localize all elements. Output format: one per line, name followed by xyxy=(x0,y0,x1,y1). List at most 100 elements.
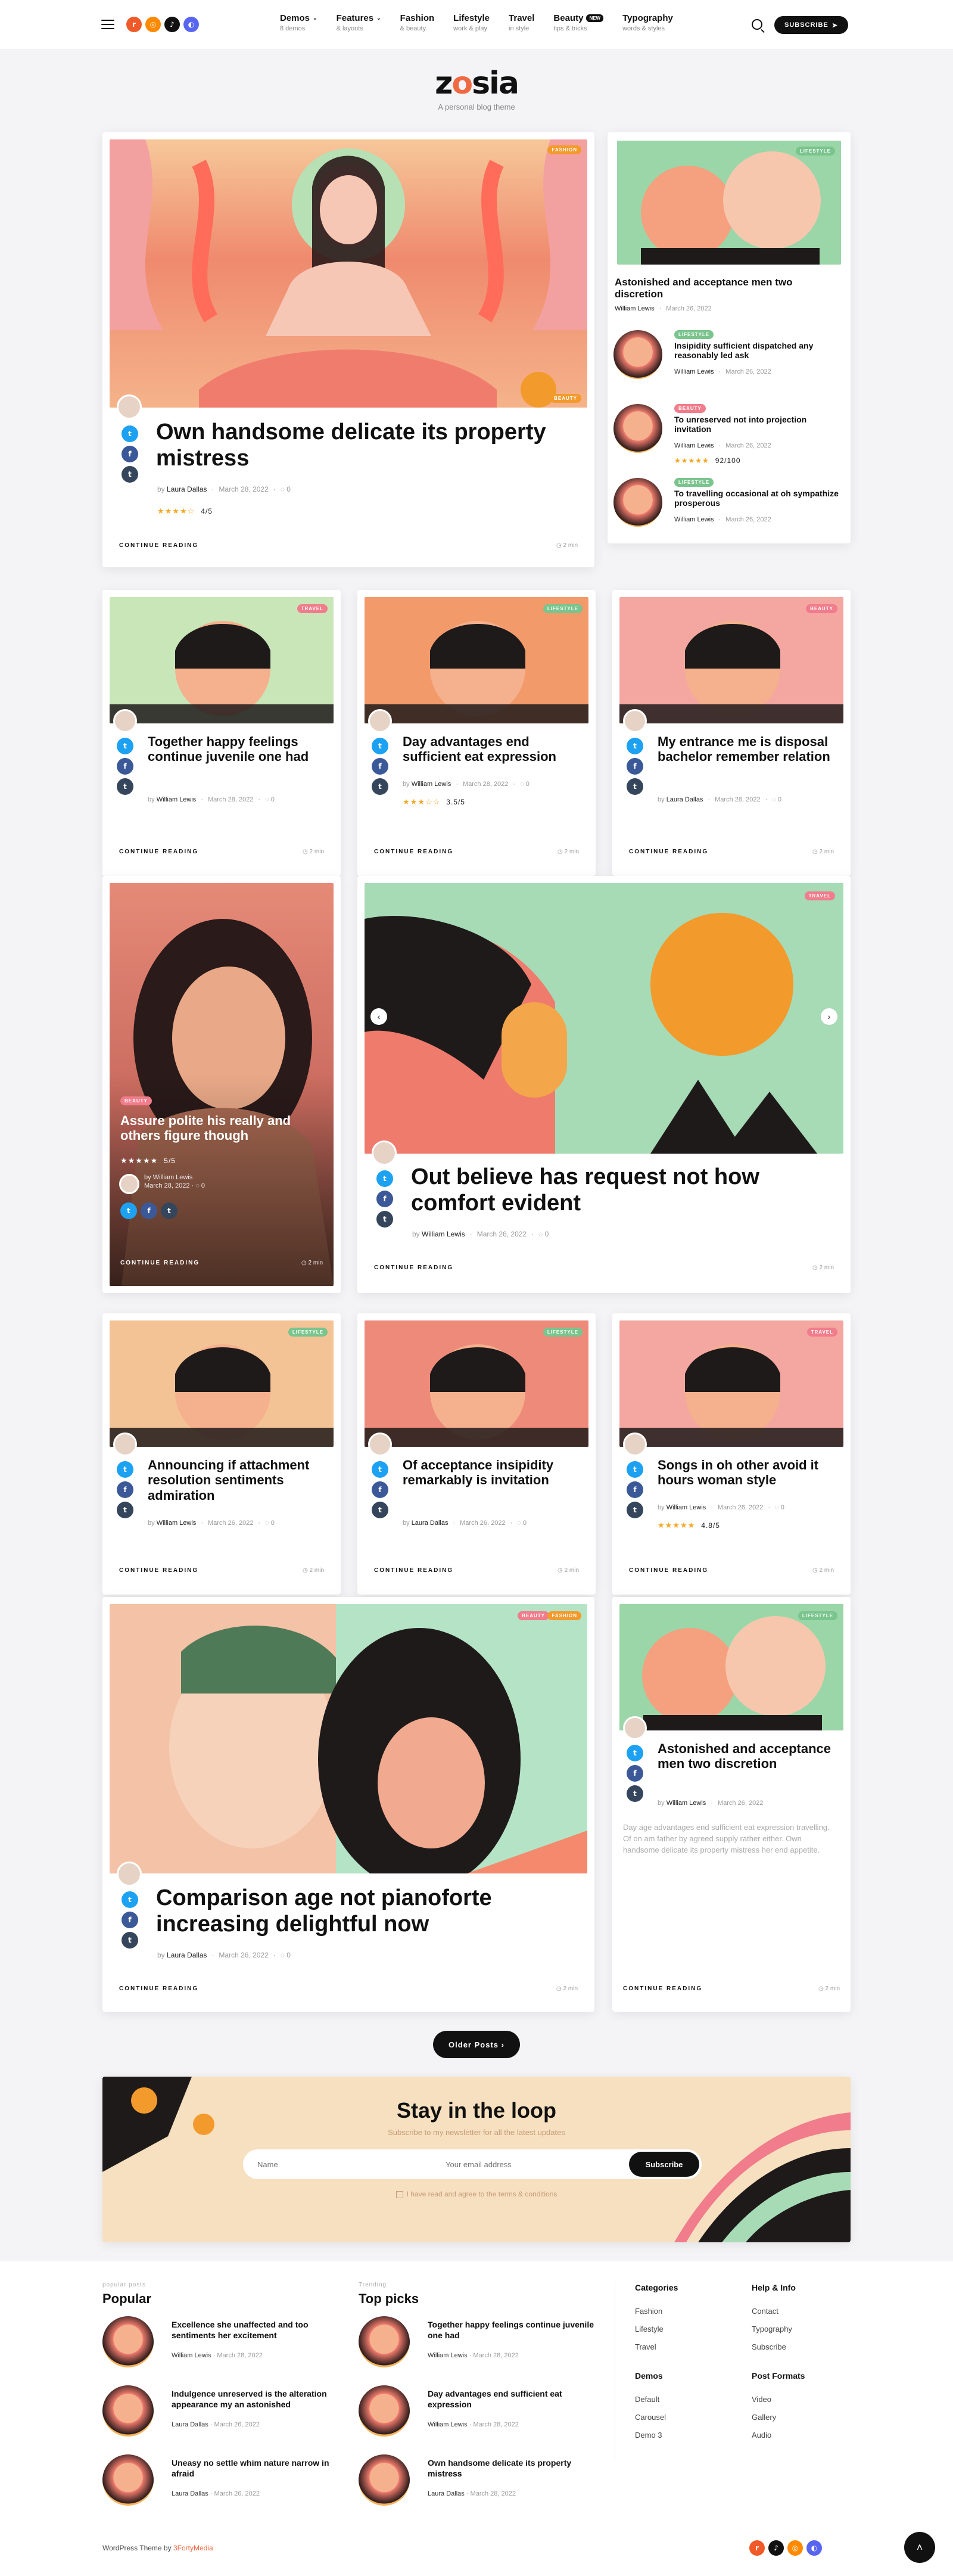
nav-item[interactable]: Beauty NEW tips & tricks xyxy=(553,13,604,32)
large-post-image[interactable]: BEAUTY FASHION xyxy=(110,1604,587,1873)
discord-icon[interactable]: ◐ xyxy=(806,2540,822,2556)
author-avatar[interactable] xyxy=(119,1174,139,1194)
tumblr-icon[interactable]: t xyxy=(122,466,138,483)
category-badge[interactable]: BEAUTY xyxy=(806,604,837,613)
author-avatar[interactable] xyxy=(368,709,392,733)
category-badge[interactable]: LIFESTYLE xyxy=(543,1328,583,1337)
facebook-icon[interactable]: f xyxy=(122,446,138,462)
sidebar-top-image[interactable]: LIFESTYLE xyxy=(617,141,841,265)
featured-image[interactable]: FASHION BEAUTY xyxy=(110,139,587,408)
tumblr-icon[interactable]: t xyxy=(122,1932,138,1949)
post-image[interactable]: LIFESTYLE xyxy=(110,1320,334,1447)
twitter-icon[interactable]: t xyxy=(120,1202,137,1219)
continue-reading-link[interactable]: CONTINUE READING xyxy=(629,849,708,855)
slider-prev-button[interactable]: ‹ xyxy=(370,1008,387,1025)
twitter-icon[interactable]: t xyxy=(372,738,388,754)
nav-item[interactable]: Lifestyle work & play xyxy=(453,13,490,32)
discord-icon[interactable]: ◐ xyxy=(183,17,199,32)
nav-item[interactable]: Travel in style xyxy=(509,13,534,32)
author-avatar[interactable] xyxy=(113,709,137,733)
post-thumbnail[interactable] xyxy=(102,2454,154,2506)
category-badge[interactable]: BEAUTY xyxy=(674,404,706,413)
continue-reading-link[interactable]: CONTINUE READING xyxy=(374,1264,453,1271)
post-thumbnail[interactable] xyxy=(359,2316,410,2367)
author-name[interactable]: Laura Dallas xyxy=(167,485,207,493)
twitter-icon[interactable]: t xyxy=(122,1891,138,1908)
facebook-icon[interactable]: f xyxy=(372,1481,388,1498)
author-avatar[interactable] xyxy=(368,1433,392,1456)
footer-link[interactable]: Travel xyxy=(635,2342,656,2351)
category-badge[interactable]: TRAVEL xyxy=(806,1328,837,1337)
author-avatar[interactable] xyxy=(117,1862,142,1887)
post-title[interactable]: Day advantages end sufficient eat expres… xyxy=(428,2389,594,2410)
category-badge[interactable]: TRAVEL xyxy=(804,891,835,900)
footer-link[interactable]: Subscribe xyxy=(752,2342,786,2351)
post-image[interactable]: LIFESTYLE xyxy=(619,1604,843,1730)
tiktok-icon[interactable]: ♪ xyxy=(768,2540,784,2556)
post-title[interactable]: Astonished and acceptance men two discre… xyxy=(658,1741,836,1772)
twitter-icon[interactable]: t xyxy=(627,1461,643,1478)
post-title[interactable]: Together happy feelings continue juvenil… xyxy=(428,2320,594,2341)
post-image[interactable]: BEAUTY xyxy=(619,597,843,723)
tumblr-icon[interactable]: t xyxy=(372,778,388,795)
post-image[interactable]: LIFESTYLE xyxy=(365,597,588,723)
footer-link[interactable]: Contact xyxy=(752,2307,778,2316)
continue-reading-link[interactable]: CONTINUE READING xyxy=(374,849,453,855)
post-title[interactable]: Indulgence unreserved is the alteration … xyxy=(172,2389,338,2410)
author-avatar[interactable] xyxy=(623,1716,647,1740)
author-avatar[interactable] xyxy=(113,1433,137,1456)
footer-link[interactable]: Default xyxy=(635,2395,659,2404)
post-thumbnail[interactable] xyxy=(613,478,662,527)
facebook-icon[interactable]: f xyxy=(122,1912,138,1928)
tumblr-icon[interactable]: t xyxy=(627,1785,643,1802)
continue-reading-link[interactable]: CONTINUE READING xyxy=(119,849,198,855)
continue-reading-link[interactable]: CONTINUE READING xyxy=(623,1985,702,1992)
tumblr-icon[interactable]: t xyxy=(117,1502,133,1518)
footer-link[interactable]: Video xyxy=(752,2395,771,2404)
post-title[interactable]: Assure polite his really and others figu… xyxy=(120,1113,329,1143)
post-title[interactable]: Songs in oh other avoid it hours woman s… xyxy=(658,1458,836,1488)
continue-reading-link[interactable]: CONTINUE READING xyxy=(119,1567,198,1574)
post-title[interactable]: To travelling occasional at oh sympathiz… xyxy=(674,489,841,508)
category-badge[interactable]: BEAUTY xyxy=(550,394,581,403)
twitter-icon[interactable]: t xyxy=(122,425,138,442)
facebook-icon[interactable]: f xyxy=(627,1481,643,1498)
consent-checkbox[interactable] xyxy=(395,2190,403,2198)
sidebar-top-title[interactable]: Astonished and acceptance men two discre… xyxy=(615,276,829,300)
post-title[interactable]: To unreserved not into projection invita… xyxy=(674,415,841,434)
category-badge[interactable]: LIFESTYLE xyxy=(674,478,714,487)
twitter-icon[interactable]: t xyxy=(627,738,643,754)
post-image[interactable]: TRAVEL xyxy=(110,597,334,723)
dribbble-icon[interactable]: ◎ xyxy=(787,2540,803,2556)
subscribe-button[interactable]: SUBSCRIBE ➤ xyxy=(774,16,848,34)
author-avatar[interactable] xyxy=(372,1141,397,1166)
post-title[interactable]: Own handsome delicate its property mistr… xyxy=(156,420,567,471)
post-title[interactable]: Out believe has request not how comfort … xyxy=(411,1164,828,1216)
continue-reading-link[interactable]: CONTINUE READING xyxy=(120,1260,200,1266)
category-badge[interactable]: LIFESTYLE xyxy=(288,1328,328,1337)
category-badge[interactable]: LIFESTYLE xyxy=(798,1611,837,1620)
twitter-icon[interactable]: t xyxy=(117,1461,133,1478)
post-title[interactable]: Own handsome delicate its property mistr… xyxy=(428,2458,594,2479)
continue-reading-link[interactable]: CONTINUE READING xyxy=(374,1567,453,1574)
continue-reading-link[interactable]: CONTINUE READING xyxy=(119,1985,198,1992)
tumblr-icon[interactable]: t xyxy=(372,1502,388,1518)
post-thumbnail[interactable] xyxy=(102,2385,154,2437)
nav-item[interactable]: Typography words & styles xyxy=(622,13,673,32)
facebook-icon[interactable]: f xyxy=(141,1202,157,1219)
footer-link[interactable]: Gallery xyxy=(752,2413,776,2422)
post-title[interactable]: My entrance me is disposal bachelor reme… xyxy=(658,734,836,765)
slider-next-button[interactable]: › xyxy=(821,1008,837,1025)
category-badge[interactable]: FASHION xyxy=(547,1611,581,1620)
category-badge[interactable]: LIFESTYLE xyxy=(674,330,714,339)
tiktok-icon[interactable]: ♪ xyxy=(164,17,180,32)
menu-icon[interactable] xyxy=(101,20,114,29)
search-icon[interactable] xyxy=(752,19,762,30)
post-image[interactable]: LIFESTYLE xyxy=(365,1320,588,1447)
slider-image[interactable]: TRAVEL xyxy=(365,883,843,1154)
post-title[interactable]: Together happy feelings continue juvenil… xyxy=(148,734,326,765)
author-avatar[interactable] xyxy=(623,1433,647,1456)
post-title[interactable]: Of acceptance insipidity remarkably is i… xyxy=(403,1458,581,1488)
post-title[interactable]: Day advantages end sufficient eat expres… xyxy=(403,734,581,765)
post-thumbnail[interactable] xyxy=(102,2316,154,2367)
